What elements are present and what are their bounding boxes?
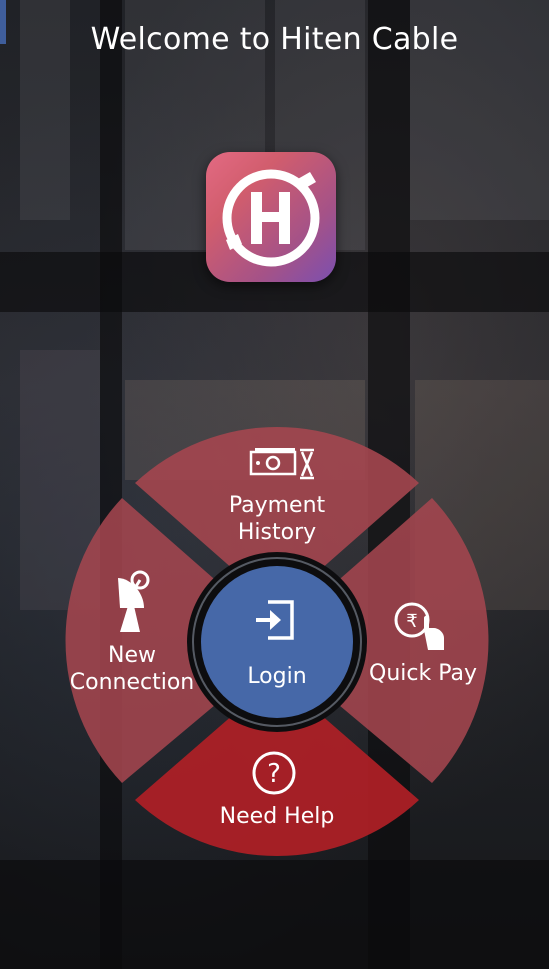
satellite-dish-icon	[118, 570, 150, 632]
need-help-label: Need Help	[219, 804, 335, 829]
new-connection-label: New Connection	[69, 643, 195, 695]
quick-pay-label: Quick Pay	[369, 661, 477, 686]
login-icon	[256, 600, 294, 640]
rupee-tap-icon: ₹	[394, 602, 444, 650]
svg-text:?: ?	[267, 759, 281, 789]
login-button[interactable]	[201, 566, 353, 718]
login-label: Login	[247, 664, 307, 689]
question-circle-icon: ?	[252, 751, 296, 795]
svg-text:₹: ₹	[406, 611, 417, 632]
money-hourglass-icon	[249, 448, 314, 480]
payment-history-label: Payment History	[228, 493, 326, 545]
